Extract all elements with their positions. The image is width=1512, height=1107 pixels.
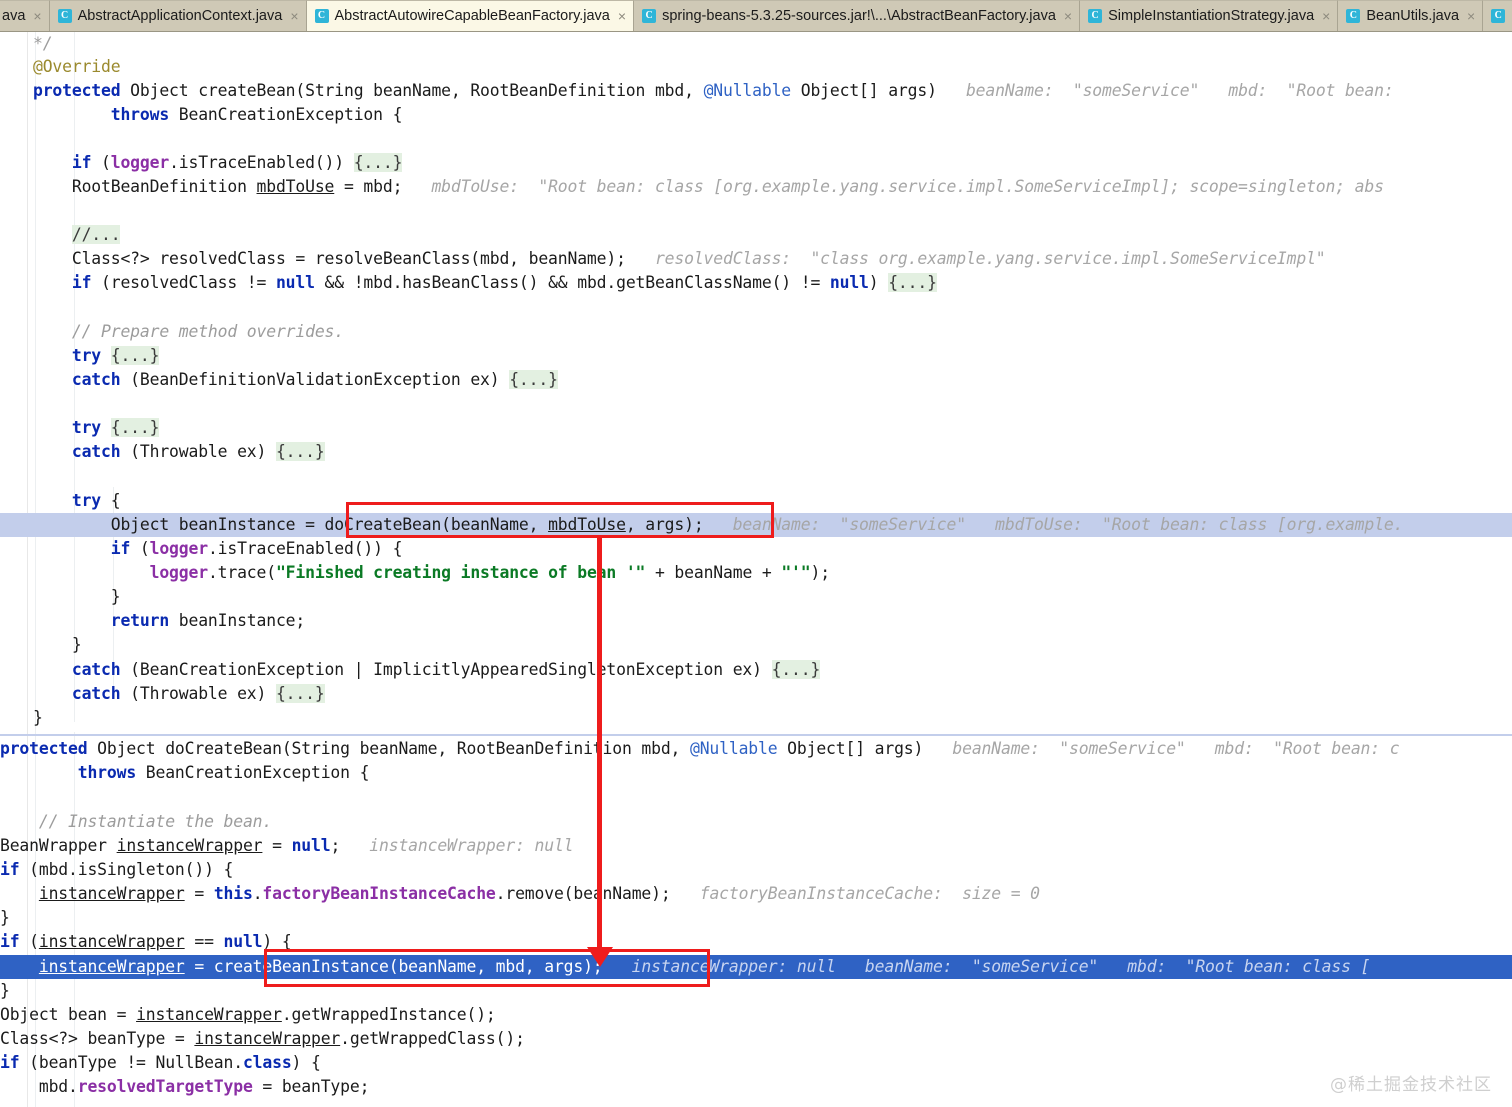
editor-tab-label: spring-beans-5.3.25-sources.jar!\...\Abs… [662, 8, 1056, 24]
code-lines[interactable]: */ @Override protected Object createBean… [0, 32, 1512, 1107]
close-icon[interactable]: × [1062, 9, 1072, 23]
java-class-icon: C [642, 9, 657, 23]
code-line[interactable]: try { [0, 489, 1512, 513]
java-class-icon: C [57, 9, 72, 23]
editor-tab-label: SimpleInstantiationStrategy.java [1108, 8, 1315, 24]
code-line[interactable]: */ [0, 32, 1512, 56]
editor-tab-overflow[interactable]: C [1483, 0, 1512, 31]
editor-tab-label: ava [2, 8, 26, 24]
code-line[interactable]: protected Object createBean(String beanN… [0, 79, 1512, 103]
editor-tab-abstractautowirecapablebeanfactory[interactable]: C AbstractAutowireCapableBeanFactory.jav… [306, 0, 635, 31]
editor-tab-abstractapplicationcontext[interactable]: C AbstractApplicationContext.java × [49, 0, 307, 31]
editor-tab-label: AbstractAutowireCapableBeanFactory.java [334, 8, 610, 24]
code-line[interactable]: try {...} [0, 416, 1512, 440]
code-line[interactable]: if (mbd.isSingleton()) { [0, 858, 1512, 882]
close-icon[interactable]: × [1465, 9, 1475, 23]
java-class-icon: C [314, 9, 329, 23]
code-line[interactable]: catch (Throwable ex) {...} [0, 682, 1512, 706]
code-line[interactable]: } [0, 906, 1512, 930]
close-icon[interactable]: × [288, 9, 298, 23]
code-line[interactable]: instanceWrapper = this.factoryBeanInstan… [0, 882, 1512, 906]
code-line[interactable]: // Prepare method overrides. [0, 320, 1512, 344]
code-line[interactable]: catch (BeanCreationException | Implicitl… [0, 658, 1512, 682]
code-line[interactable]: Class<?> beanType = instanceWrapper.getW… [0, 1027, 1512, 1051]
java-class-icon: C [1491, 9, 1506, 23]
code-line[interactable]: catch (Throwable ex) {...} [0, 440, 1512, 464]
java-class-icon: C [1088, 9, 1103, 23]
editor-tab-simpleinstantiationstrategy[interactable]: C SimpleInstantiationStrategy.java × [1080, 0, 1339, 31]
method-separator [0, 734, 1512, 736]
editor-tab-abstractbeanfactory[interactable]: C spring-beans-5.3.25-sources.jar!\...\A… [634, 0, 1081, 31]
editor-tab-label: BeanUtils.java [1366, 8, 1460, 24]
watermark: @稀土掘金技术社区 [1330, 1075, 1492, 1095]
code-line[interactable]: if (beanType != NullBean.class) { [0, 1051, 1512, 1075]
code-line[interactable]: @Override [0, 55, 1512, 79]
code-line[interactable]: if (logger.isTraceEnabled()) { [0, 537, 1512, 561]
editor-tab-beanutils[interactable]: C BeanUtils.java × [1338, 0, 1484, 31]
code-line[interactable]: catch (BeanDefinitionValidationException… [0, 368, 1512, 392]
code-line[interactable]: if (instanceWrapper == null) { [0, 930, 1512, 954]
code-line[interactable]: return beanInstance; [0, 609, 1512, 633]
red-arrow-shaft [597, 538, 602, 953]
code-line[interactable]: logger.trace("Finished creating instance… [0, 561, 1512, 585]
editor-tab-bar[interactable]: ava × C AbstractApplicationContext.java … [0, 0, 1512, 32]
code-line[interactable]: BeanWrapper instanceWrapper = null; inst… [0, 834, 1512, 858]
java-class-icon: C [1346, 9, 1361, 23]
code-line[interactable]: } [0, 979, 1512, 1003]
close-icon[interactable]: × [1320, 9, 1330, 23]
editor-tab-label: AbstractApplicationContext.java [77, 8, 283, 24]
close-icon[interactable]: × [31, 9, 41, 23]
code-line[interactable]: } [0, 585, 1512, 609]
code-editor[interactable]: */ @Override protected Object createBean… [0, 32, 1512, 1107]
code-line[interactable]: mbd.resolvedTargetType = beanType; [0, 1075, 1512, 1099]
code-line[interactable]: } [0, 633, 1512, 657]
code-line[interactable]: throws BeanCreationException { [0, 103, 1512, 127]
code-line[interactable]: try {...} [0, 344, 1512, 368]
code-line[interactable]: //... [0, 223, 1512, 247]
close-icon[interactable]: × [616, 9, 626, 23]
red-arrow-head [587, 947, 613, 967]
code-line[interactable]: if (logger.isTraceEnabled()) {...} [0, 151, 1512, 175]
code-line[interactable]: RootBeanDefinition mbdToUse = mbd; mbdTo… [0, 175, 1512, 199]
editor-tab-0[interactable]: ava × [0, 0, 50, 31]
code-line[interactable]: // Instantiate the bean. [0, 810, 1512, 834]
code-line[interactable]: protected Object doCreateBean(String bea… [0, 737, 1512, 761]
code-line-caret[interactable]: Object beanInstance = doCreateBean(beanN… [0, 513, 1512, 538]
code-line[interactable]: Object bean = instanceWrapper.getWrapped… [0, 1003, 1512, 1027]
code-line[interactable]: } [0, 706, 1512, 730]
code-line[interactable]: throws BeanCreationException { [0, 761, 1512, 785]
code-line[interactable]: if (resolvedClass != null && !mbd.hasBea… [0, 271, 1512, 295]
code-line-selected[interactable]: instanceWrapper = createBeanInstance(bea… [0, 955, 1512, 980]
code-line[interactable]: Class<?> resolvedClass = resolveBeanClas… [0, 247, 1512, 271]
